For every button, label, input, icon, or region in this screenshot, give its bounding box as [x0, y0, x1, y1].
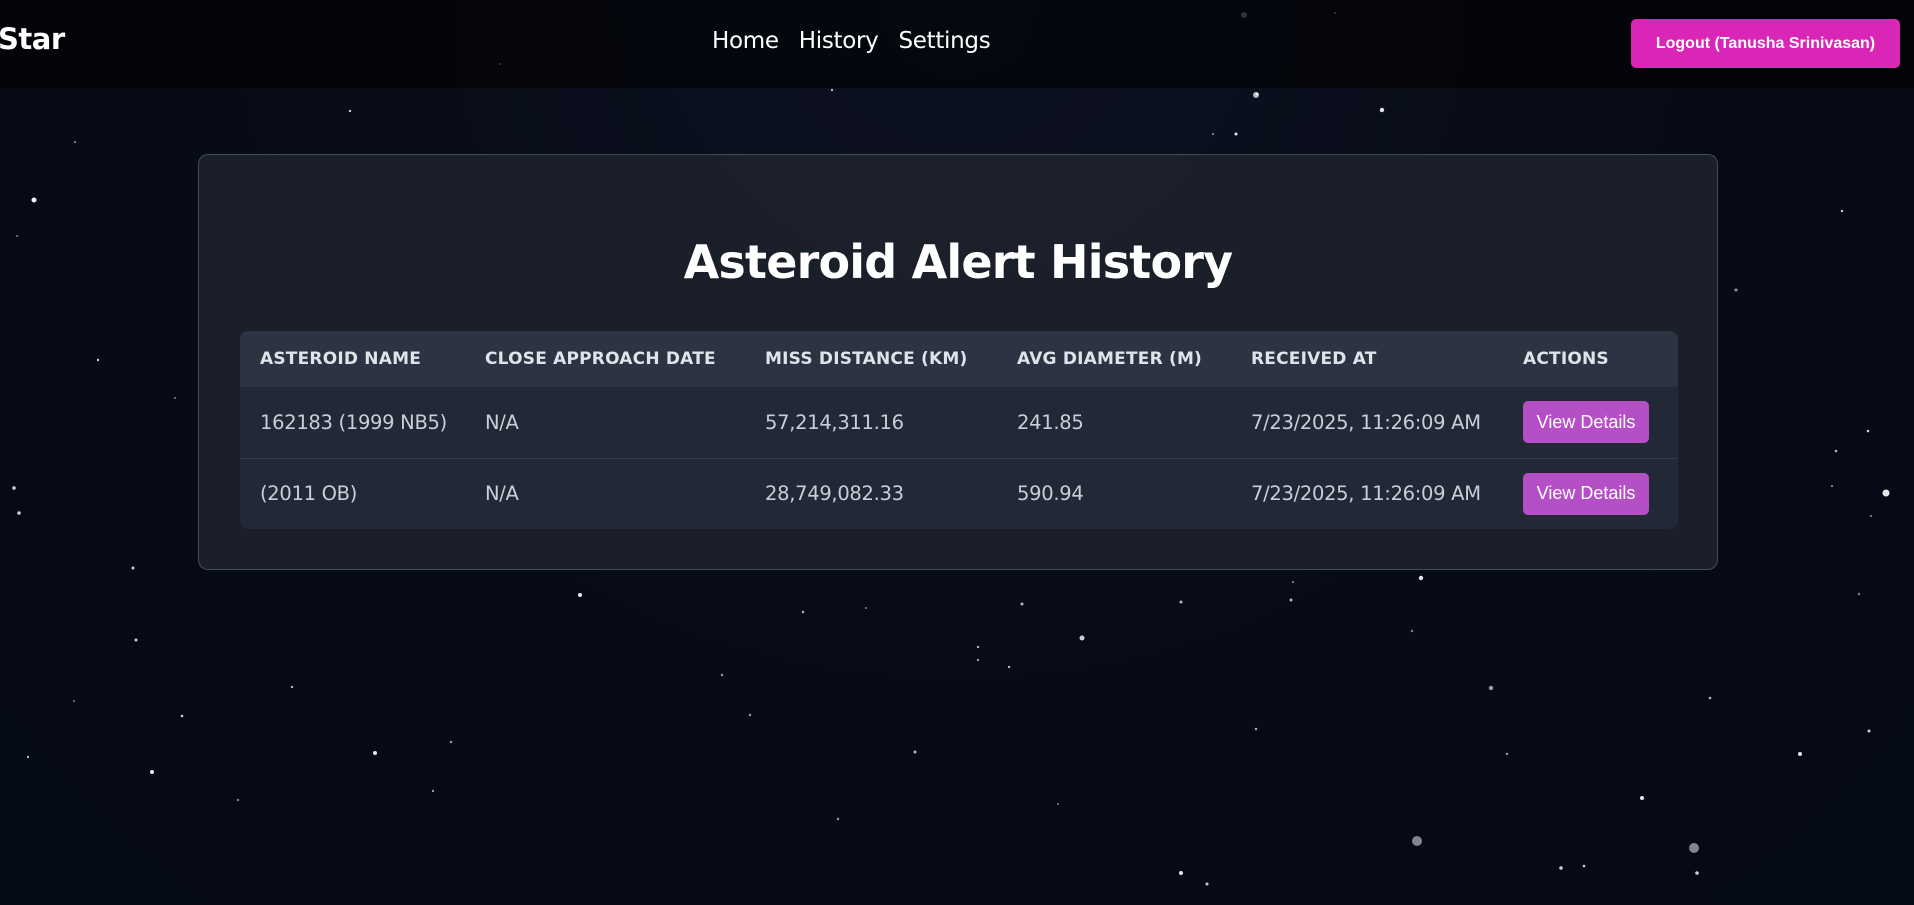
cell-asteroid-name: 162183 (1999 NB5) — [260, 410, 447, 434]
cell-miss-distance: 57,214,311.16 — [765, 410, 904, 434]
cell-avg-diameter: 241.85 — [1017, 410, 1084, 434]
table-row: (2011 OB) N/A 28,749,082.33 590.94 7/23/… — [240, 457, 1678, 529]
nav-link-settings[interactable]: Settings — [898, 28, 990, 54]
column-header-miss-distance: MISS DISTANCE (KM) — [765, 349, 968, 369]
alert-history-table-container: ASTEROID NAME CLOSE APPROACH DATE MISS D… — [240, 331, 1678, 529]
column-header-asteroid-name: ASTEROID NAME — [260, 349, 422, 369]
history-card: Asteroid Alert History ASTEROID NAME CLO… — [198, 154, 1718, 570]
view-details-button[interactable]: View Details — [1523, 472, 1649, 515]
cell-close-approach-date: N/A — [485, 410, 519, 434]
nav-link-home[interactable]: Home — [712, 28, 779, 54]
nav-link-history[interactable]: History — [799, 28, 879, 54]
table-row: 162183 (1999 NB5) N/A 57,214,311.16 241.… — [240, 387, 1678, 458]
cell-actions: View Details — [1503, 387, 1678, 458]
column-header-actions: ACTIONS — [1523, 349, 1609, 369]
page-title: Asteroid Alert History — [683, 235, 1234, 289]
cell-close-approach-date: N/A — [465, 457, 745, 529]
cell-actions: View Details — [1503, 457, 1678, 529]
column-header-close-approach-date: CLOSE APPROACH DATE — [485, 349, 716, 369]
brand-logo-text[interactable]: Star — [0, 22, 65, 56]
column-header-avg-diameter: AVG DIAMETER (M) — [1017, 349, 1203, 369]
column-header-received-at: RECEIVED AT — [1251, 349, 1377, 369]
main-nav: Home History Settings — [712, 28, 991, 54]
top-navbar: Star Home History Settings Logout (Tanus… — [0, 0, 1914, 88]
cell-avg-diameter: 590.94 — [997, 457, 1231, 529]
cell-miss-distance: 28,749,082.33 — [745, 457, 997, 529]
cell-received-at: 7/23/2025, 11:26:09 AM — [1231, 457, 1503, 529]
table-header-row: ASTEROID NAME CLOSE APPROACH DATE MISS D… — [240, 331, 1678, 387]
cell-asteroid-name: (2011 OB) — [240, 457, 465, 529]
alert-history-table: ASTEROID NAME CLOSE APPROACH DATE MISS D… — [240, 331, 1678, 529]
logout-button[interactable]: Logout (Tanusha Srinivasan) — [1631, 19, 1900, 68]
view-details-button[interactable]: View Details — [1523, 401, 1649, 444]
cell-received-at: 7/23/2025, 11:26:09 AM — [1251, 410, 1481, 434]
